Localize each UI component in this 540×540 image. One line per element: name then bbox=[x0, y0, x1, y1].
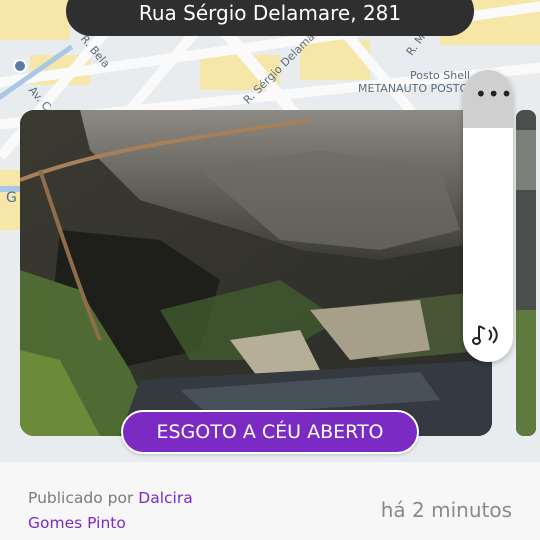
actions-panel: ••• bbox=[463, 70, 513, 362]
map-poi-label: Posto Shell bbox=[410, 69, 471, 82]
next-report-preview[interactable] bbox=[516, 110, 536, 436]
address-pill[interactable]: Rua Sérgio Delamare, 281 bbox=[66, 0, 474, 36]
report-photo[interactable] bbox=[20, 110, 492, 436]
bus-stop-icon bbox=[13, 59, 27, 73]
google-logo: G bbox=[6, 190, 17, 206]
report-photo-image bbox=[20, 110, 492, 436]
more-options-button[interactable]: ••• bbox=[463, 70, 513, 128]
map-poi-label: METANAUTO POSTO bbox=[358, 82, 469, 95]
published-prefix: Publicado por bbox=[28, 489, 134, 507]
sound-icon[interactable] bbox=[471, 320, 505, 350]
category-badge[interactable]: ESGOTO A CÉU ABERTO bbox=[121, 410, 419, 454]
time-ago: há 2 minutos bbox=[380, 498, 512, 522]
more-horizontal-icon: ••• bbox=[475, 82, 513, 106]
published-by: Publicado por Dalcira Gomes Pinto bbox=[28, 486, 248, 536]
